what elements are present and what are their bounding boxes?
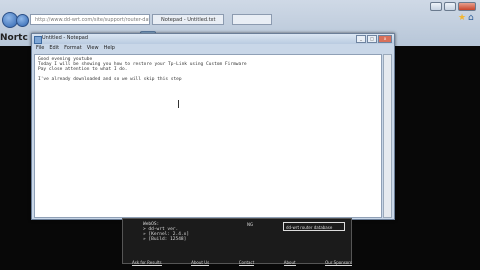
notepad-icon	[34, 36, 42, 44]
footer-link[interactable]: About Us	[191, 260, 210, 266]
text-cursor-icon	[178, 100, 179, 108]
tab-active[interactable]: Notepad - Untitled.txt	[152, 14, 224, 25]
notepad-maximize-button[interactable]: □	[367, 35, 377, 43]
footer-links: Ask for Results About Us Contact About O…	[132, 260, 352, 266]
menu-edit[interactable]: Edit	[49, 45, 59, 53]
notepad-minimize-button[interactable]: _	[356, 35, 366, 43]
menu-file[interactable]: File	[36, 45, 44, 53]
tab-other[interactable]	[232, 14, 272, 25]
footer-link[interactable]: About	[283, 260, 296, 266]
notepad-close-button[interactable]: x	[378, 35, 392, 43]
router-search-box[interactable]: dd-wrt router database	[283, 222, 345, 231]
footer-link[interactable]: Contact	[238, 260, 255, 266]
footer-link[interactable]: Ask for Results	[132, 260, 162, 266]
window-controls	[430, 2, 476, 11]
minimize-button[interactable]	[430, 2, 442, 11]
notepad-scrollbar[interactable]	[383, 54, 392, 218]
menu-format[interactable]: Format	[64, 45, 82, 53]
menu-view[interactable]: View	[87, 45, 99, 53]
notepad-window: Untitled - Notepad _ □ x File Edit Forma…	[31, 33, 395, 220]
address-bar[interactable]: http://www.dd-wrt.com/site/support/route…	[30, 14, 150, 25]
menu-help[interactable]: Help	[104, 45, 115, 53]
notepad-text-area[interactable]: Good evening youtube Today I will be sho…	[34, 54, 382, 218]
router-list: WebOS: > dd-wrt ver. » [Kernel: 2.4.x] »…	[143, 222, 189, 242]
maximize-button[interactable]	[444, 2, 456, 11]
norton-toolbar-label: Nortc	[0, 33, 28, 43]
notepad-menubar: File Edit Format View Help	[34, 45, 115, 53]
forward-button[interactable]	[16, 14, 29, 27]
footer-link[interactable]: Our Sponsors	[325, 260, 352, 266]
home-icon[interactable]: ⌂	[468, 13, 474, 23]
router-center-label: NG	[247, 222, 254, 227]
notepad-titlebar[interactable]: Untitled - Notepad _ □ x	[32, 34, 394, 44]
router-database-panel: WebOS: > dd-wrt ver. » [Kernel: 2.4.x] »…	[122, 218, 352, 264]
close-button[interactable]	[458, 2, 476, 11]
favorites-star-icon[interactable]: ★	[458, 13, 466, 23]
notepad-title: Untitled - Notepad	[42, 35, 89, 41]
router-list-item[interactable]: » [Build: 12548]	[143, 237, 189, 242]
notepad-controls: _ □ x	[356, 35, 392, 43]
